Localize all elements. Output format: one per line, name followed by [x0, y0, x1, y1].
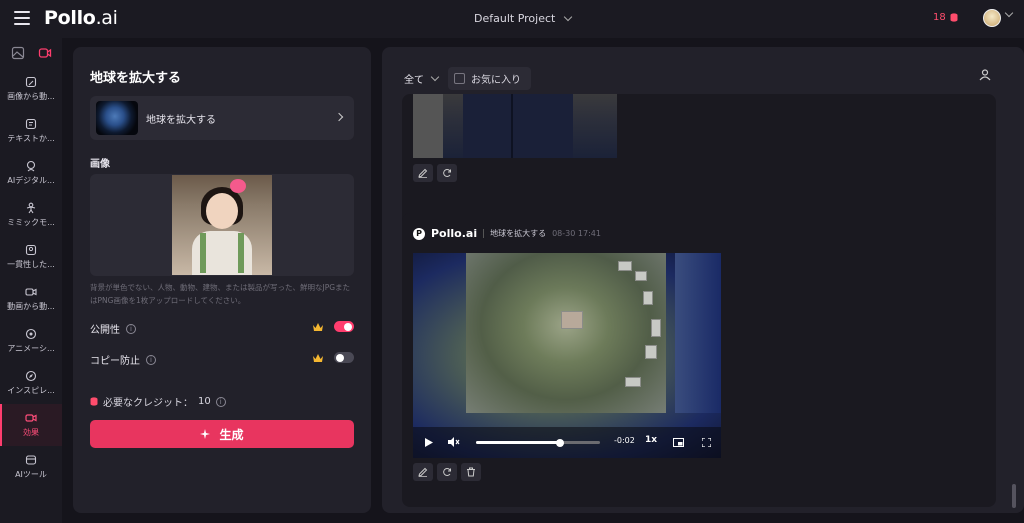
- sidebar-item-label: 画像から動...: [7, 92, 55, 101]
- consistent-icon: [25, 244, 37, 256]
- image-to-video-icon: [25, 76, 37, 88]
- regenerate-button[interactable]: [437, 463, 457, 481]
- result-thumbnail[interactable]: [413, 94, 617, 158]
- info-icon[interactable]: i: [215, 396, 226, 407]
- play-icon[interactable]: [423, 435, 435, 449]
- edit-button[interactable]: [413, 164, 433, 182]
- favorites-checkbox[interactable]: [454, 73, 465, 84]
- animation-icon: [25, 328, 37, 340]
- copy-protect-toggle[interactable]: [334, 352, 354, 363]
- credits-badge[interactable]: 18: [933, 12, 958, 23]
- user-icon[interactable]: [978, 68, 992, 82]
- mute-icon[interactable]: [447, 435, 461, 449]
- sidebar-item-video-to-video[interactable]: 動画から動...: [0, 278, 62, 320]
- effect-selector[interactable]: 地球を拡大する: [90, 96, 354, 140]
- sidebar-item-label: 一貫性した...: [7, 260, 55, 269]
- sidebar-items: 画像から動... テキストか... AIデジタル... ミミックモ... 一貫性した..…: [0, 68, 62, 488]
- filter-dropdown[interactable]: 全て: [404, 71, 440, 86]
- project-selector[interactable]: Default Project: [474, 12, 573, 25]
- coin-stack-icon: [90, 397, 98, 406]
- sidebar-item-label: 効果: [23, 428, 39, 437]
- fullscreen-icon[interactable]: [700, 435, 712, 449]
- sidebar-item-label: テキストか...: [7, 134, 55, 143]
- sidebar-mode-switch: [0, 38, 62, 68]
- menu-icon[interactable]: [14, 11, 30, 25]
- effects-icon: [25, 414, 37, 422]
- sidebar-item-mimic[interactable]: ミミックモ...: [0, 194, 62, 236]
- sidebar-item-text-to-video[interactable]: テキストか...: [0, 110, 62, 152]
- picture-in-picture-icon[interactable]: [672, 435, 684, 449]
- crown-icon: [313, 354, 323, 362]
- pencil-icon: [418, 467, 428, 477]
- avatar-icon: [26, 160, 36, 172]
- chevron-right-icon: [334, 112, 344, 122]
- sidebar-item-effects[interactable]: 効果: [0, 404, 62, 446]
- pollo-logo-icon: P: [413, 227, 425, 240]
- credits-required: 必要なクレジット： 10 i: [90, 394, 226, 409]
- info-icon[interactable]: i: [146, 354, 156, 365]
- image-upload-area[interactable]: [90, 174, 354, 276]
- video-controls: -0:02 1x: [413, 427, 721, 458]
- copy-protect-setting: コピー防止 i: [90, 352, 156, 367]
- earth-thumbnail: [96, 101, 138, 135]
- video-progress-bar[interactable]: [476, 438, 600, 447]
- delete-button[interactable]: [461, 463, 481, 481]
- sidebar: 画像から動... テキストか... AIデジタル... ミミックモ... 一貫性した..…: [0, 38, 62, 523]
- refresh-icon: [443, 467, 451, 476]
- regenerate-button[interactable]: [437, 164, 457, 182]
- scrollbar[interactable]: [1012, 484, 1016, 508]
- generate-button[interactable]: 生成: [90, 420, 354, 448]
- top-bar: Pollo.ai Default Project 18: [0, 0, 1024, 38]
- video-icon[interactable]: [38, 46, 52, 60]
- crown-icon: [313, 323, 323, 331]
- card-header: P Pollo.ai 地球を拡大する 08-30 17:41: [413, 227, 601, 240]
- public-setting: 公開性 i: [90, 321, 136, 336]
- sidebar-item-label: AIツール: [15, 470, 47, 479]
- results-panel: 全て お気に入り P Pollo.ai 地球を拡大する 08-30 17:41: [382, 47, 1024, 513]
- sidebar-item-avatar[interactable]: AIデジタル...: [0, 152, 62, 194]
- trash-icon: [467, 467, 475, 477]
- info-icon[interactable]: i: [126, 323, 136, 334]
- compass-icon: [25, 370, 37, 382]
- uploaded-image: [172, 175, 272, 275]
- mimic-icon: [26, 202, 36, 214]
- favorites-filter[interactable]: お気に入り: [448, 67, 531, 90]
- time-remaining: -0:02: [614, 436, 635, 445]
- effect-name: 地球を拡大する: [146, 114, 216, 126]
- effect-settings-panel: 地球を拡大する 地球を拡大する 画像 背景が単色でない、人物、動物、建物、または…: [73, 47, 371, 513]
- progress-handle[interactable]: [556, 438, 565, 447]
- image-icon[interactable]: [11, 46, 25, 60]
- sidebar-item-label: AIデジタル...: [7, 176, 55, 185]
- filter-bar: 全て お気に入り: [404, 67, 531, 90]
- pencil-icon: [418, 168, 428, 178]
- coin-stack-icon: [950, 13, 958, 22]
- upload-hint: 背景が単色でない、人物、動物、建物、または製品が写った、鮮明なJPGまたはPNG…: [90, 283, 351, 305]
- logo[interactable]: Pollo.ai: [44, 7, 118, 29]
- chevron-down-icon: [564, 12, 573, 22]
- sidebar-item-animation[interactable]: アニメーシ...: [0, 320, 62, 362]
- sidebar-item-label: 動画から動...: [7, 302, 55, 311]
- project-name: Default Project: [474, 12, 556, 25]
- edit-button[interactable]: [413, 463, 433, 481]
- image-section-label: 画像: [90, 159, 110, 170]
- public-toggle[interactable]: [334, 321, 354, 332]
- sidebar-item-compass[interactable]: インスピレ...: [0, 362, 62, 404]
- sparkle-icon: [200, 428, 211, 439]
- chevron-down-icon[interactable]: [1004, 8, 1014, 18]
- panel-title: 地球を拡大する: [90, 71, 182, 86]
- result-card: P Pollo.ai 地球を拡大する 08-30 17:41 -0:02 1x: [402, 213, 996, 507]
- video-to-video-icon: [25, 288, 37, 296]
- text-to-video-icon: [25, 118, 37, 130]
- tools-icon: [25, 455, 37, 465]
- avatar[interactable]: [983, 9, 1001, 27]
- sidebar-item-image-to-video[interactable]: 画像から動...: [0, 68, 62, 110]
- chevron-down-icon: [430, 72, 440, 82]
- refresh-icon: [443, 168, 451, 177]
- sidebar-item-tools[interactable]: AIツール: [0, 446, 62, 488]
- sidebar-item-label: アニメーシ...: [7, 344, 55, 353]
- playback-speed[interactable]: 1x: [645, 435, 657, 445]
- sidebar-item-consistent[interactable]: 一貫性した...: [0, 236, 62, 278]
- sidebar-item-label: ミミックモ...: [7, 218, 55, 227]
- sidebar-item-label: インスピレ...: [7, 386, 55, 395]
